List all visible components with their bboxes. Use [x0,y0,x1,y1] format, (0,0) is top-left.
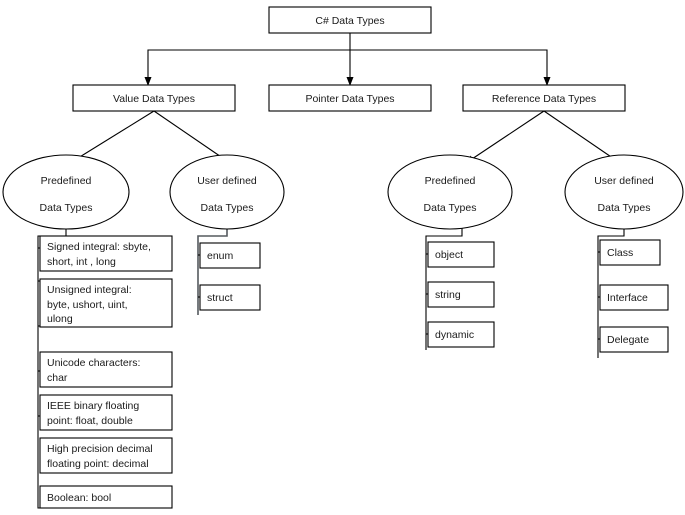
ellipse-value-userdefined[interactable] [169,154,285,230]
ellipse-label-line2-reference-userdefined: Data Types [598,202,651,214]
category-label-pointer: Pointer Data Types [305,93,394,105]
category-label-value: Value Data Types [113,93,195,105]
connector-reference-to-ellipses [465,110,621,164]
leaf-box-line: Boolean: bool [47,492,111,504]
leaf-box[interactable]: object [427,241,495,268]
leaf-box-line: Unsigned integral: [47,284,132,296]
category-label-reference: Reference Data Types [492,93,596,105]
leaf-box[interactable]: Class [599,239,661,266]
leaf-box[interactable]: enum [199,242,261,269]
leaf-box[interactable]: Signed integral: sbyte, short, int , lon… [39,235,173,272]
connector-value-to-ellipses [69,110,231,164]
leaf-box-line: Interface [607,292,648,304]
ellipse-reference-predefined[interactable] [387,154,513,230]
group-ellipse-value-predefined[interactable]: Predefined Data Types [2,154,130,230]
leaf-box-line: ulong [47,313,73,325]
leaf-box[interactable]: Unicode characters: char [39,351,173,388]
leaf-box-line: byte, ushort, uint, [47,299,128,311]
leaf-box-line: Delegate [607,334,649,346]
ellipse-label-line2-reference-predefined: Data Types [424,202,477,214]
ellipse-value-predefined[interactable] [2,154,130,230]
root-node-label: C# Data Types [315,15,384,27]
group-ellipse-reference-predefined[interactable]: Predefined Data Types [387,154,513,230]
leaf-box[interactable]: Interface [599,284,669,311]
ellipse-label-line1-value-predefined: Predefined [41,175,92,187]
leaf-box-line: High precision decimal [47,443,153,455]
cs-data-types-diagram: C# Data Types Value Data Types Pointer D… [2,6,684,509]
leaf-box[interactable]: Delegate [599,326,669,353]
leaf-box-line: Unicode characters: [47,357,140,369]
leaf-box-line: Class [607,247,633,259]
leaf-box-line: object [435,249,463,261]
ellipse-reference-userdefined[interactable] [564,154,684,230]
ellipse-label-line2-value-predefined: Data Types [40,202,93,214]
leaf-box[interactable]: dynamic [427,321,495,348]
leaf-box-line: Signed integral: sbyte, [47,241,151,253]
leaf-box-line: char [47,372,68,384]
leaf-box[interactable]: Unsigned integral: byte, ushort, uint, u… [39,278,173,328]
ellipse-label-line1-reference-predefined: Predefined [425,175,476,187]
category-node-pointer[interactable]: Pointer Data Types [268,84,432,112]
leaf-box[interactable]: struct [199,284,261,311]
root-node[interactable]: C# Data Types [268,6,432,34]
group-ellipse-reference-userdefined[interactable]: User defined Data Types [564,154,684,230]
leaf-box[interactable]: string [427,281,495,308]
group-ellipse-value-userdefined[interactable]: User defined Data Types [169,154,285,230]
leaf-box-line: IEEE binary floating [47,400,139,412]
ellipse-label-line2-value-userdefined: Data Types [201,202,254,214]
leaf-box-line: dynamic [435,329,474,341]
leaf-box[interactable]: Boolean: bool [39,485,173,509]
leaf-box-line: struct [207,292,233,304]
category-node-value[interactable]: Value Data Types [72,84,236,112]
leaf-box-line: floating point: decimal [47,458,149,470]
ellipse-label-line1-value-userdefined: User defined [197,175,257,187]
leaf-box[interactable]: IEEE binary floating point: float, doubl… [39,394,173,431]
leaf-box-line: enum [207,250,234,262]
ellipse-label-line1-reference-userdefined: User defined [594,175,654,187]
leaf-box[interactable]: High precision decimal floating point: d… [39,437,173,474]
category-node-reference[interactable]: Reference Data Types [462,84,626,112]
leaf-box-line: string [435,289,461,301]
leaf-box-line: short, int , long [47,256,116,268]
diagram-canvas: C# Data Types Value Data Types Pointer D… [0,0,685,515]
leaf-box-line: point: float, double [47,415,133,427]
connector-root-to-categories [144,33,551,86]
